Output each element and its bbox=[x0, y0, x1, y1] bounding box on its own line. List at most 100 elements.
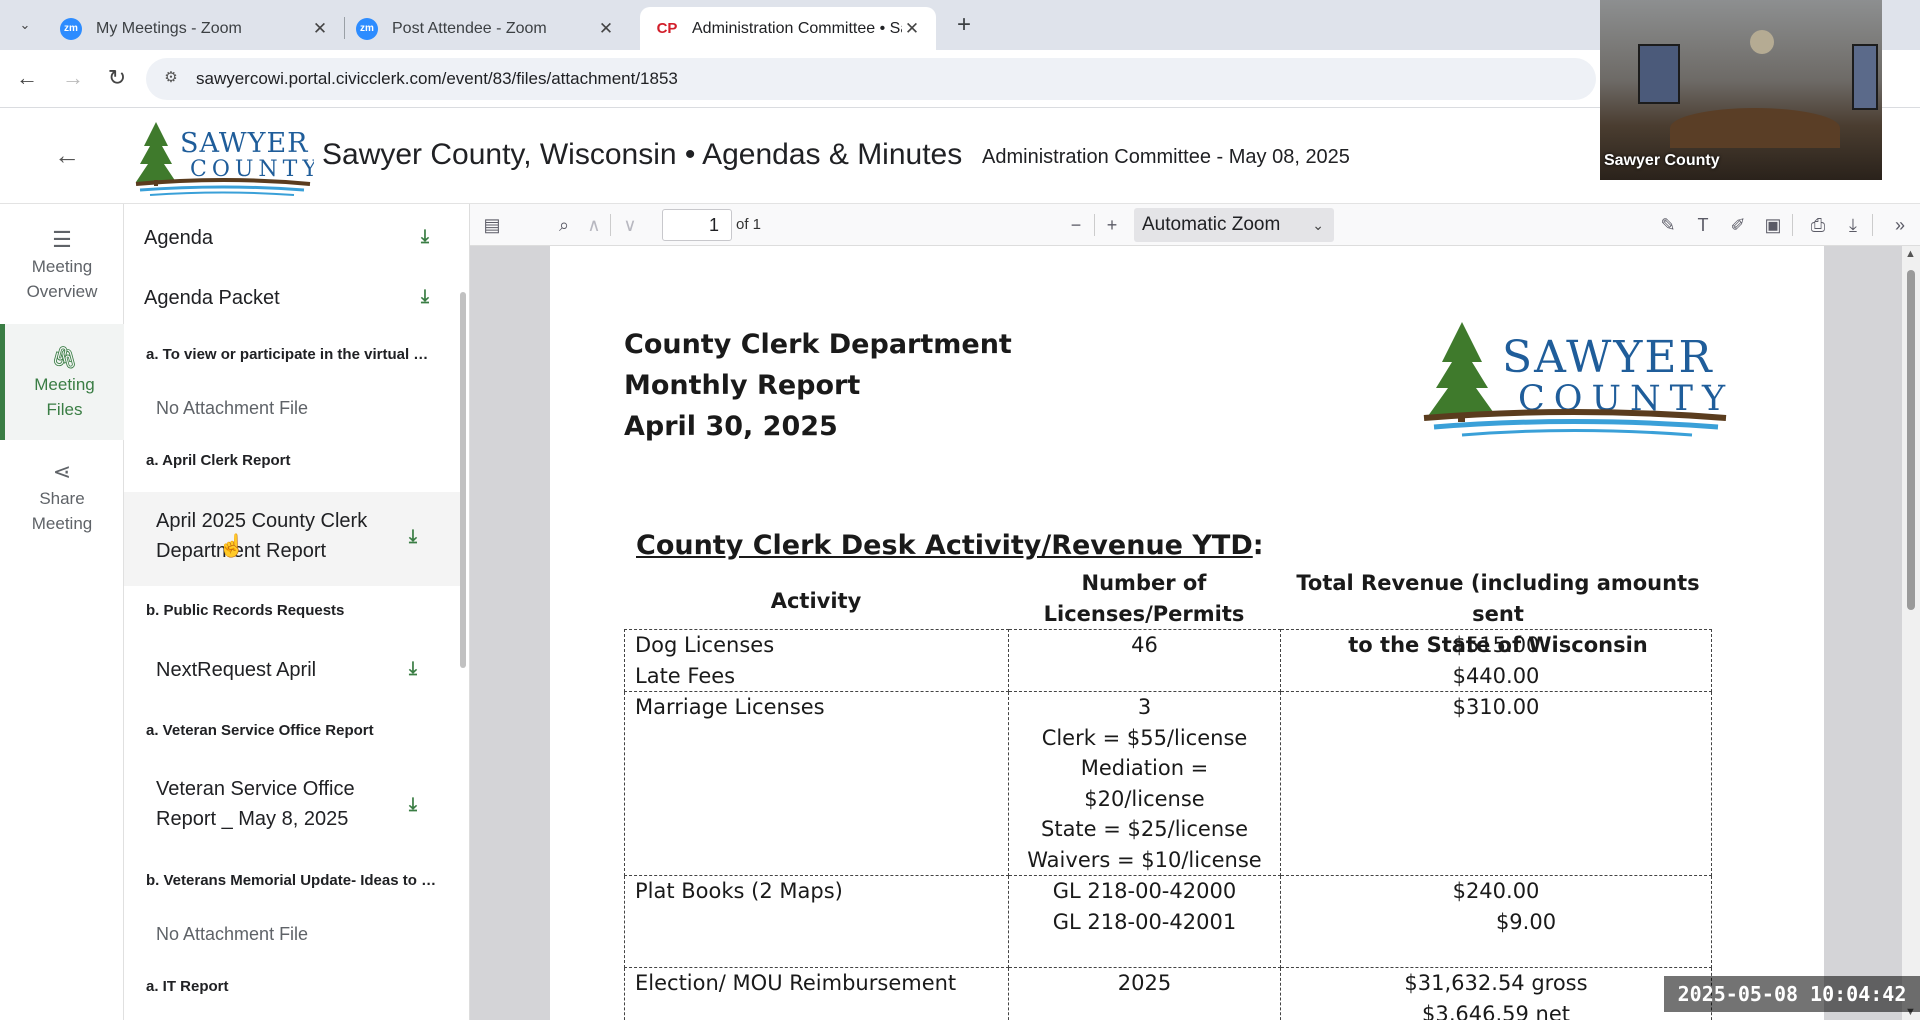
close-icon[interactable]: ✕ bbox=[902, 19, 922, 39]
zoom-in-icon[interactable]: + bbox=[1100, 213, 1124, 237]
highlight-icon[interactable]: ✎ bbox=[1656, 213, 1680, 237]
section-heading-text: County Clerk Desk Activity/Revenue YTD bbox=[636, 530, 1253, 561]
document-title: County Clerk Department Monthly Report A… bbox=[624, 324, 1012, 447]
table-row: Election/ MOU Reimbursement 2025 $31,632… bbox=[624, 967, 1712, 1020]
section-heading[interactable]: a. To view or participate in the virtual… bbox=[146, 346, 428, 363]
section-heading[interactable]: a. IT Report bbox=[146, 978, 229, 995]
toolbar-divider bbox=[1792, 214, 1793, 236]
zoom-icon: zm bbox=[60, 17, 82, 40]
tab-my-meetings[interactable]: zm My Meetings - Zoom ✕ bbox=[44, 7, 344, 50]
image-icon[interactable]: ▣ bbox=[1761, 213, 1785, 237]
cell-text: Election/ MOU Reimbursement bbox=[635, 971, 957, 995]
rail-item-share-meeting[interactable]: ⋖ Share Meeting bbox=[0, 456, 124, 546]
file-agenda[interactable]: Agenda bbox=[124, 220, 460, 256]
count-cell: 46 bbox=[1008, 629, 1281, 692]
rail-label: Meeting bbox=[34, 375, 95, 394]
cell-text: 46 bbox=[1131, 633, 1158, 657]
rail-label: Meeting bbox=[31, 514, 93, 533]
download-icon[interactable]: ⤓ bbox=[414, 286, 436, 308]
video-county-seal bbox=[1750, 30, 1774, 54]
section-heading[interactable]: b. Veterans Memorial Update- Ideas to … bbox=[146, 872, 436, 889]
video-screen-right bbox=[1852, 44, 1878, 110]
reload-icon[interactable]: ↻ bbox=[102, 63, 132, 93]
activity-cell: Plat Books (2 Maps) bbox=[624, 875, 1009, 968]
text-tool-icon[interactable]: T bbox=[1691, 213, 1715, 237]
list-icon: ☰ bbox=[52, 227, 72, 252]
previous-page-icon[interactable]: ∧ bbox=[582, 213, 606, 237]
count-cell: 2025 bbox=[1008, 967, 1281, 1020]
zoom-out-icon[interactable]: − bbox=[1064, 213, 1088, 237]
save-icon[interactable]: ⤓ bbox=[1841, 213, 1865, 237]
sawyer-county-logo: SAWYER COUNTY bbox=[135, 122, 314, 196]
cell-text: Waivers = $10/license bbox=[1027, 847, 1262, 872]
close-icon[interactable]: ✕ bbox=[310, 19, 330, 39]
next-page-icon[interactable]: ∨ bbox=[618, 213, 642, 237]
cell-text: $515.00 bbox=[1452, 633, 1540, 657]
activity-cell: Dog Licenses Late Fees bbox=[624, 629, 1009, 692]
column-header-text: Number of bbox=[1081, 571, 1207, 595]
cell-text: $440.00 bbox=[1452, 663, 1540, 688]
new-tab-button[interactable]: + bbox=[950, 11, 978, 39]
page-number-input[interactable]: 1 bbox=[662, 209, 732, 241]
forward-icon[interactable]: → bbox=[58, 63, 88, 93]
document-sawyer-county-logo: SAWYER COUNTY bbox=[1423, 322, 1727, 437]
column-header-text: Licenses/Permits bbox=[1043, 602, 1245, 626]
section-heading: County Clerk Desk Activity/Revenue YTD: bbox=[636, 530, 1264, 561]
revenue-cell: $310.00 bbox=[1280, 691, 1712, 876]
download-icon[interactable]: ⤓ bbox=[402, 526, 424, 548]
toolbar-divider bbox=[1872, 214, 1873, 236]
cell-text: State = $25/license bbox=[1041, 817, 1248, 841]
paperclip-icon: 🖇 bbox=[50, 345, 79, 370]
print-icon[interactable]: ⎙ bbox=[1806, 213, 1830, 237]
rail-label: Share bbox=[39, 489, 85, 508]
video-thumbnail[interactable]: Sawyer County bbox=[1600, 0, 1882, 180]
back-arrow-icon[interactable]: ← bbox=[52, 140, 82, 170]
tab-title: Post Attendee - Zoom bbox=[392, 19, 547, 37]
scrollbar-thumb[interactable] bbox=[1907, 270, 1915, 610]
back-icon[interactable]: ← bbox=[12, 63, 42, 93]
close-icon[interactable]: ✕ bbox=[596, 19, 616, 39]
no-attachment-text: No Attachment File bbox=[156, 398, 309, 418]
sidebar-toggle-icon[interactable]: ▤ bbox=[480, 213, 504, 237]
rail-label: Files bbox=[46, 400, 83, 419]
address-bar[interactable]: ⚙ sawyercowi.portal.civicclerk.com/event… bbox=[146, 58, 1596, 100]
zoom-select[interactable]: Automatic Zoom ⌄ bbox=[1134, 208, 1334, 242]
draw-icon[interactable]: ✐ bbox=[1726, 213, 1750, 237]
download-icon[interactable]: ⤓ bbox=[414, 226, 436, 248]
section-heading[interactable]: a. Veteran Service Office Report bbox=[146, 722, 374, 739]
column-header-count: Number of Licenses/Permits bbox=[1008, 568, 1280, 630]
file-agenda-packet[interactable]: Agenda Packet bbox=[124, 280, 460, 316]
pdf-scrollbar[interactable]: ▲ ▼ bbox=[1902, 246, 1920, 1020]
tools-menu-icon[interactable]: » bbox=[1888, 213, 1912, 237]
rail-label: Meeting bbox=[31, 257, 93, 276]
rail-label: Overview bbox=[26, 282, 98, 301]
video-screen-left bbox=[1638, 44, 1680, 104]
cell-text: GL 218-00-42001 bbox=[1052, 909, 1237, 934]
download-icon[interactable]: ⤓ bbox=[402, 658, 424, 680]
tab-administration-committee[interactable]: CP Administration Committee • Sa ✕ bbox=[640, 7, 936, 50]
no-attachment-text: No Attachment File bbox=[156, 924, 309, 944]
scrollbar-thumb[interactable] bbox=[460, 292, 466, 668]
section-heading[interactable]: b. Public Records Requests bbox=[146, 602, 344, 619]
pdf-viewer[interactable]: County Clerk Department Monthly Report A… bbox=[470, 246, 1920, 1020]
tab-search-chevron-icon[interactable]: ⌄ bbox=[12, 12, 38, 38]
zoom-value: Automatic Zoom bbox=[1142, 214, 1281, 235]
tab-post-attendee[interactable]: zm Post Attendee - Zoom ✕ bbox=[340, 7, 630, 50]
activity-cell: Election/ MOU Reimbursement bbox=[624, 967, 1009, 1020]
site-info-icon[interactable]: ⚙ bbox=[160, 68, 182, 90]
download-icon[interactable]: ⤓ bbox=[402, 794, 424, 816]
search-icon[interactable]: ⌕ bbox=[552, 213, 576, 237]
scroll-up-icon[interactable]: ▲ bbox=[1905, 248, 1916, 260]
meeting-nav-rail: ☰ Meeting Overview 🖇 Meeting Files ⋖ Sha… bbox=[0, 204, 124, 1020]
file-name-line: Report _ May 8, 2025 bbox=[156, 808, 349, 830]
document-title-line: County Clerk Department bbox=[624, 329, 1012, 360]
rail-item-meeting-overview[interactable]: ☰ Meeting Overview bbox=[0, 224, 124, 306]
logo-text-top: SAWYER bbox=[180, 128, 309, 159]
files-scrollbar[interactable] bbox=[458, 274, 468, 1020]
cell-text: GL 218-00-42000 bbox=[1052, 879, 1237, 903]
activity-cell: Marriage Licenses bbox=[624, 691, 1009, 876]
rail-item-meeting-files[interactable]: 🖇 Meeting Files bbox=[0, 324, 124, 440]
meeting-files-panel: Agenda ⤓ Agenda Packet ⤓ a. To view or p… bbox=[124, 204, 470, 1020]
section-heading[interactable]: a. April Clerk Report bbox=[146, 452, 290, 469]
revenue-cell: $515.00 $440.00 bbox=[1280, 629, 1712, 692]
